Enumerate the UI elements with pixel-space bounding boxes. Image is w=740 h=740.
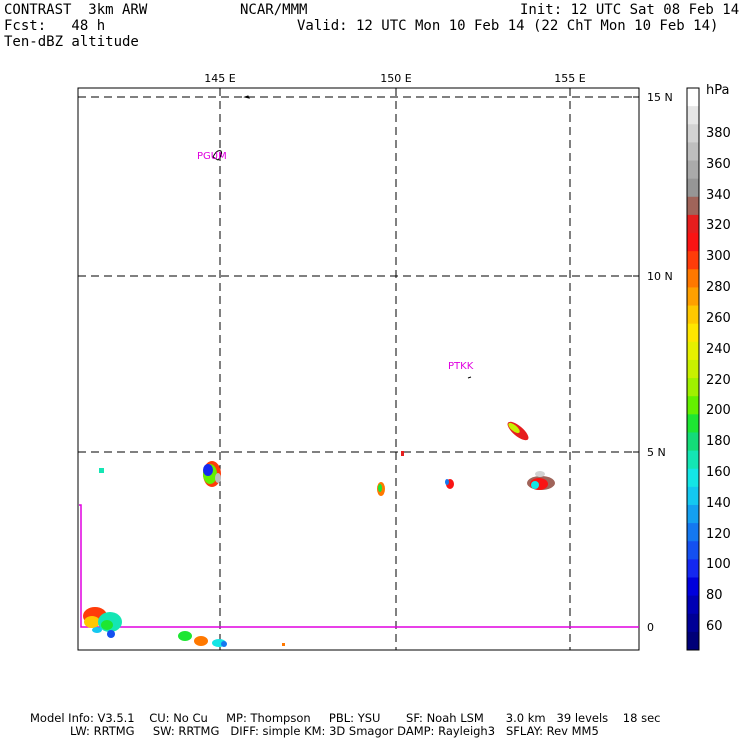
colorbar-swatch: [687, 504, 699, 524]
colorbar-swatch: [687, 414, 699, 433]
colorbar-swatch: [687, 559, 699, 578]
colorbar-swatch: [687, 196, 699, 216]
colorbar-swatch: [687, 124, 699, 143]
lat-label-15: 15 N: [647, 91, 673, 104]
colorbar-swatch: [687, 106, 699, 125]
colorbar-swatch: [687, 631, 699, 651]
colorbar-swatch: [687, 432, 699, 452]
cell-i-core: [107, 630, 115, 638]
lon-label-150: 150 E: [380, 72, 412, 85]
colorbar-swatch: [687, 613, 699, 633]
map-panel: [77, 87, 700, 651]
colorbar: [687, 88, 699, 651]
colorbar-label: 60: [706, 619, 723, 634]
cell-a-edge: [215, 473, 221, 483]
colorbar-swatch: [687, 323, 699, 343]
cell-m-core: [221, 641, 227, 647]
cell-b: [99, 468, 104, 473]
lat-label-10: 10 N: [647, 270, 673, 283]
grid-lines: [78, 88, 639, 650]
colorbar-label: 160: [706, 464, 731, 480]
colorbar-swatch: [687, 595, 699, 615]
colorbar-label: 180: [706, 434, 731, 450]
colorbar-label: 220: [706, 372, 731, 388]
model-info-line2: LW: RRTMG SW: RRTMG DIFF: simple KM: 3D …: [70, 724, 599, 738]
colorbar-label: 80: [706, 588, 723, 604]
station-pgum: PGUM: [197, 151, 227, 162]
colorbar-swatch: [687, 378, 699, 397]
cell-c-inner: [378, 484, 382, 492]
colorbar-swatch: [687, 269, 699, 288]
cell-j: [92, 627, 102, 633]
lon-label-145: 145 E: [204, 72, 236, 85]
colorbar-swatch: [687, 251, 699, 270]
colorbar-swatch: [687, 178, 699, 198]
colorbar-label: 320: [706, 218, 731, 234]
island-north: [243, 95, 250, 99]
colorbar-label: 340: [706, 187, 731, 203]
colorbar-label: 140: [706, 495, 731, 511]
colorbar-label: 240: [706, 341, 731, 357]
colorbar-label: 280: [706, 280, 731, 296]
cell-n: [282, 643, 285, 646]
colorbar-label: 380: [706, 126, 731, 141]
colorbar-swatch: [687, 468, 699, 488]
colorbar-label: 200: [706, 403, 731, 419]
colorbar-swatch: [687, 523, 699, 542]
lat-label-0: 0: [647, 621, 654, 634]
colorbar-label: 300: [706, 249, 731, 265]
cell-k: [178, 631, 192, 641]
chuuk-island: [467, 376, 472, 379]
cell-g-inner: [531, 481, 539, 489]
coastlines: [212, 95, 472, 379]
cell-h-inner: [84, 616, 100, 628]
colorbar-swatch: [687, 160, 699, 180]
colorbar-label: 120: [706, 526, 731, 542]
colorbar-swatch: [687, 541, 699, 560]
colorbar-swatch: [687, 287, 699, 307]
colorbar-label: 260: [706, 310, 731, 326]
colorbar-label: 360: [706, 156, 731, 172]
axis-ticks: [219, 88, 639, 628]
cell-d: [401, 451, 404, 456]
colorbar-swatch: [687, 577, 699, 597]
colorbar-swatch: [687, 450, 699, 470]
cell-l: [194, 636, 208, 646]
colorbar-swatch: [687, 88, 699, 107]
lat-label-5: 5 N: [647, 446, 666, 459]
colorbar-swatch: [687, 341, 699, 361]
colorbar-swatch: [687, 142, 699, 162]
map-frame: [77, 87, 640, 651]
colorbar-unit: hPa: [706, 83, 730, 98]
cell-e-inner: [445, 479, 449, 485]
colorbar-swatch: [687, 359, 699, 379]
colorbar-swatch: [687, 486, 699, 506]
colorbar-swatch: [687, 233, 699, 252]
colorbar-swatch: [687, 305, 699, 325]
station-ptkk: PTKK: [448, 361, 474, 372]
cell-a-core: [203, 464, 213, 476]
colorbar-swatch: [687, 396, 699, 415]
domain-boundary: [79, 504, 639, 628]
reflectivity-cells: [83, 421, 555, 647]
colorbar-label: 100: [706, 557, 731, 573]
colorbar-swatch: [687, 214, 699, 234]
cell-g-edge: [535, 471, 545, 477]
model-info-line1: Model Info: V3.5.1 CU: No Cu MP: Thompso…: [30, 711, 661, 725]
cell-i-inner: [101, 620, 113, 630]
lon-label-155: 155 E: [554, 72, 586, 85]
